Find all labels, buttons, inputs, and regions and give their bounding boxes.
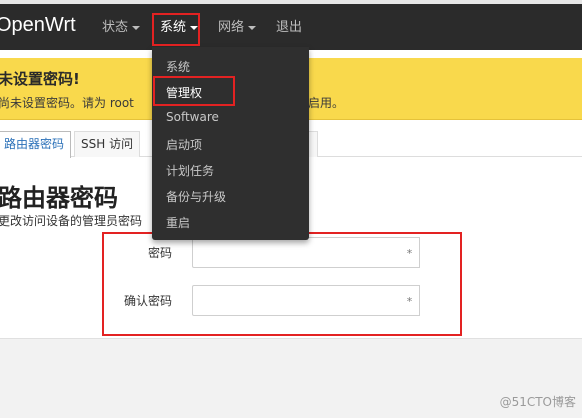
alert-text: 尚未设置密码。请为 root <box>0 96 134 110</box>
nav-network-label: 网络 <box>218 20 245 35</box>
menu-item-startup[interactable]: 启动项 <box>166 136 202 153</box>
system-dropdown-menu: 系统 管理权 Software 启动项 计划任务 备份与升级 重启 <box>152 47 309 240</box>
menu-item-reboot[interactable]: 重启 <box>166 214 190 231</box>
highlight-box-menu <box>153 76 235 106</box>
tab-router-password[interactable]: 路由器密码 <box>0 131 72 158</box>
nav-logout[interactable]: 退出 <box>276 17 302 39</box>
chevron-down-icon <box>248 25 257 30</box>
menu-item-scheduled-tasks[interactable]: 计划任务 <box>166 162 214 179</box>
page-title: 路由器密码 <box>0 184 118 212</box>
menu-item-system[interactable]: 系统 <box>166 58 190 75</box>
menu-item-backup-upgrade[interactable]: 备份与升级 <box>166 188 226 205</box>
top-navbar: OpenWrt 状态 系统 网络 退出 <box>0 0 582 50</box>
nav-status-label: 状态 <box>102 20 129 35</box>
menu-item-software[interactable]: Software <box>166 110 219 124</box>
alert-title: 未设置密码! <box>0 70 80 88</box>
highlight-box-form <box>102 232 462 336</box>
highlight-box-nav <box>152 13 200 46</box>
footer-area: @51CTO博客 <box>0 338 582 418</box>
alert-text-tail: 启用。 <box>308 96 345 110</box>
nav-logout-label: 退出 <box>276 20 303 35</box>
nav-network[interactable]: 网络 <box>218 17 257 39</box>
page-description: 更改访问设备的管理员密码 <box>0 214 143 228</box>
nav-status[interactable]: 状态 <box>102 17 141 39</box>
chevron-down-icon <box>132 25 141 30</box>
tab-ssh-access[interactable]: SSH 访问 <box>74 131 141 157</box>
watermark-text: @51CTO博客 <box>499 395 576 409</box>
brand-logo[interactable]: OpenWrt <box>0 14 76 37</box>
